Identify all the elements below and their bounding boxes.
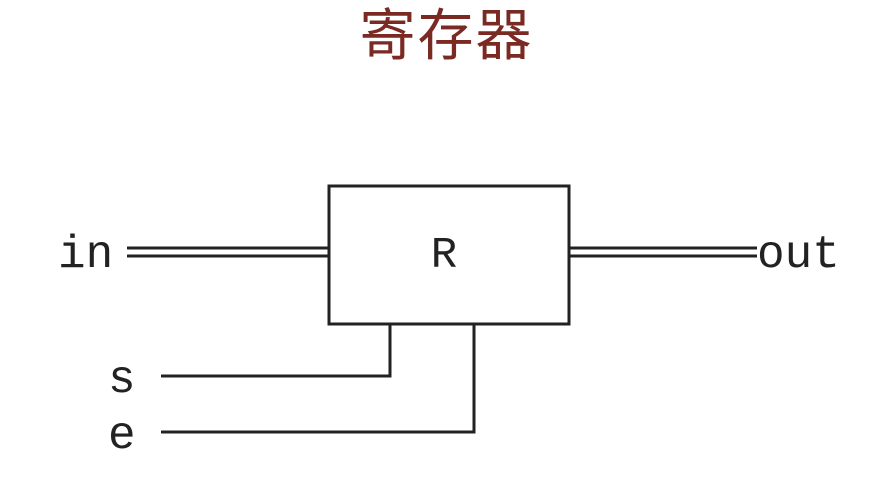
enable-wire [161,324,476,434]
output-label: out [757,229,840,281]
slide: 寄存器 R in out s e [0,0,893,494]
select-wire [161,324,392,378]
input-label: in [58,229,113,281]
enable-label: e [108,410,136,462]
register-diagram: R in out s e [58,184,840,462]
select-label: s [108,354,136,406]
register-label: R [431,231,457,281]
